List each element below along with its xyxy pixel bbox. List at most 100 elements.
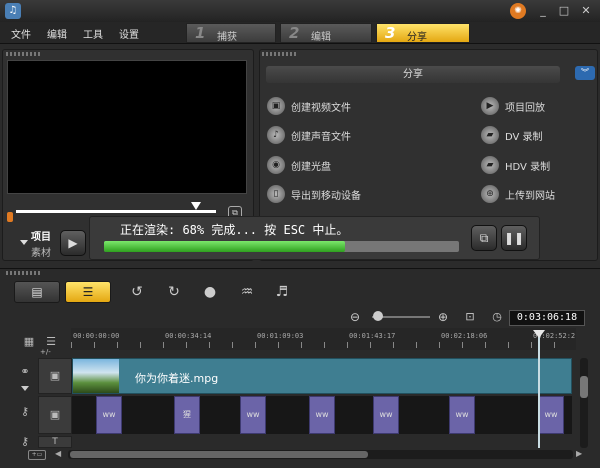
storyboard-view-button[interactable]: ▤ xyxy=(14,281,60,303)
overlay-clip[interactable]: ww xyxy=(449,396,475,434)
mode-arrow-icon xyxy=(20,240,28,245)
close-icon[interactable]: ✕ xyxy=(578,3,594,19)
step-number: 2 xyxy=(289,24,300,42)
share-item-label: 上传到网站 xyxy=(505,190,555,202)
video-clip[interactable]: 你为你着迷.mpg xyxy=(72,358,572,394)
title-track-icon: T xyxy=(52,437,58,447)
zoom-in-icon[interactable]: ⊕ xyxy=(433,308,453,326)
menu-tools[interactable]: 工具 xyxy=(83,26,103,41)
share-dv-record[interactable]: ▰ DV 录制 xyxy=(481,125,543,145)
horizontal-scrollbar[interactable] xyxy=(68,450,573,459)
share-export-mobile[interactable]: ▯ 导出到移动设备 xyxy=(267,184,361,204)
video-track-icon: ▣ xyxy=(49,369,61,382)
minimize-icon[interactable]: _ xyxy=(535,3,551,19)
step-number: 1 xyxy=(195,24,206,42)
share-item-label: DV 录制 xyxy=(505,131,543,143)
add-remove-label[interactable]: +/- xyxy=(40,348,51,356)
overlay-clip[interactable]: ww xyxy=(538,396,564,434)
scroll-left-icon[interactable]: ◀ xyxy=(55,449,61,458)
track-manager-icon[interactable]: ▦ xyxy=(20,334,38,350)
share-header: 分享 xyxy=(266,66,560,83)
ruler-tick-label: 00:00:34:14 xyxy=(165,332,212,340)
camcorder-icon: ▰ xyxy=(481,156,499,174)
menu-edit[interactable]: 编辑 xyxy=(47,26,67,41)
lock-icon[interactable]: ⚷ xyxy=(16,404,34,420)
globe-icon: ⊕ xyxy=(481,185,499,203)
panel-grip[interactable] xyxy=(262,52,298,56)
link-icon[interactable]: ⚭ xyxy=(16,364,34,380)
playback-icon: ▶ xyxy=(481,97,499,115)
collapse-icon[interactable]: ︾ xyxy=(575,66,595,80)
panel-grip[interactable] xyxy=(6,52,42,56)
overlay-track[interactable]: ww 猩 ww ww ww ww ww xyxy=(72,396,572,434)
share-create-disc[interactable]: ◉ 创建光盘 xyxy=(267,155,331,175)
zoom-out-icon[interactable]: ⊖ xyxy=(345,308,365,326)
preview-window xyxy=(7,60,247,194)
ruler-ticks xyxy=(71,342,576,348)
record-capture-icon[interactable]: ● xyxy=(200,283,220,301)
tab-share[interactable]: 3 分享 xyxy=(376,23,470,43)
share-create-audio[interactable]: ♪ 创建声音文件 xyxy=(267,125,351,145)
render-progress-track xyxy=(104,241,459,252)
render-progress-dialog: 正在渲染: 68% 完成... 按 ESC 中止。 ⧉ ❚❚ xyxy=(89,216,540,260)
ruler-tick-label: 00:02:18:06 xyxy=(441,332,488,340)
redo-icon[interactable]: ↻ xyxy=(164,283,184,301)
lock-icon[interactable]: ⚷ xyxy=(16,434,34,450)
undo-icon[interactable]: ↺ xyxy=(127,283,147,301)
scroll-right-icon[interactable]: ▶ xyxy=(576,449,582,458)
timecode-display[interactable]: 0:03:06:18 xyxy=(509,310,585,326)
share-project-playback[interactable]: ▶ 项目回放 xyxy=(481,96,545,116)
auto-music-icon[interactable]: ♬ xyxy=(272,283,292,301)
scrub-bar[interactable] xyxy=(16,210,216,213)
clip-name: 你为你着迷.mpg xyxy=(135,372,219,385)
play-button[interactable]: ▶ xyxy=(60,230,86,256)
pause-button[interactable]: ❚❚ xyxy=(501,225,527,251)
tab-capture[interactable]: 1 捕获 xyxy=(186,23,276,43)
clock-icon: ◷ xyxy=(492,310,502,323)
preview-toggle-button[interactable]: ⧉ xyxy=(471,225,497,251)
clip-mode-label[interactable]: 素材 xyxy=(31,244,51,259)
timeline-ruler[interactable]: 00:00:00:00 00:00:34:14 00:01:09:03 00:0… xyxy=(71,328,576,350)
share-upload-web[interactable]: ⊕ 上传到网站 xyxy=(481,184,555,204)
overlay-clip[interactable]: ww xyxy=(373,396,399,434)
playhead[interactable] xyxy=(538,330,540,448)
dropdown-arrow-icon[interactable] xyxy=(21,386,29,391)
step-label: 分享 xyxy=(407,32,427,43)
panel-grip[interactable] xyxy=(6,271,42,275)
share-item-label: 导出到移动设备 xyxy=(291,190,361,202)
disc-icon: ◉ xyxy=(267,156,285,174)
overlay-clip[interactable]: 猩 xyxy=(174,396,200,434)
overlay-clip[interactable]: ww xyxy=(96,396,122,434)
trim-marker-icon[interactable] xyxy=(7,212,13,222)
fit-project-icon[interactable]: ⊡ xyxy=(460,308,480,326)
orb-icon[interactable]: ✺ xyxy=(510,3,526,19)
maximize-icon[interactable]: □ xyxy=(556,3,572,19)
mobile-device-icon: ▯ xyxy=(267,185,285,203)
app-logo-icon: ♫ xyxy=(5,3,21,19)
horizontal-scrollbar-thumb[interactable] xyxy=(70,451,368,458)
share-create-video[interactable]: ▣ 创建视频文件 xyxy=(267,96,351,116)
share-item-label: 创建光盘 xyxy=(291,161,331,173)
audio-mixer-icon[interactable]: ♒ xyxy=(237,283,257,301)
share-hdv-record[interactable]: ▰ HDV 录制 xyxy=(481,155,550,175)
project-mode-label[interactable]: 项目 xyxy=(31,228,51,243)
add-track-icon[interactable]: +▭ xyxy=(28,450,46,460)
tab-edit[interactable]: 2 编辑 xyxy=(280,23,372,43)
timeline-view-button[interactable]: ☰ xyxy=(65,281,111,303)
clip-thumbnail xyxy=(73,359,119,393)
step-label: 捕获 xyxy=(217,32,237,43)
overlay-clip[interactable]: ww xyxy=(240,396,266,434)
menu-settings[interactable]: 设置 xyxy=(119,26,139,41)
ruler-tick-label: 00:01:09:03 xyxy=(257,332,304,340)
overlay-track-icon: ▣ xyxy=(49,408,61,421)
vertical-scrollbar[interactable] xyxy=(580,358,588,448)
menu-file[interactable]: 文件 xyxy=(11,26,31,41)
ruler-tick-label: 00:01:43:17 xyxy=(349,332,396,340)
vertical-scrollbar-thumb[interactable] xyxy=(580,376,588,398)
scrub-handle[interactable] xyxy=(191,202,201,210)
share-item-label: 项目回放 xyxy=(505,102,545,114)
zoom-slider-thumb[interactable] xyxy=(373,311,383,321)
render-progress-fill xyxy=(104,241,346,252)
overlay-clip[interactable]: ww xyxy=(309,396,335,434)
render-status-text: 正在渲染: 68% 完成... 按 ESC 中止。 xyxy=(120,223,349,237)
